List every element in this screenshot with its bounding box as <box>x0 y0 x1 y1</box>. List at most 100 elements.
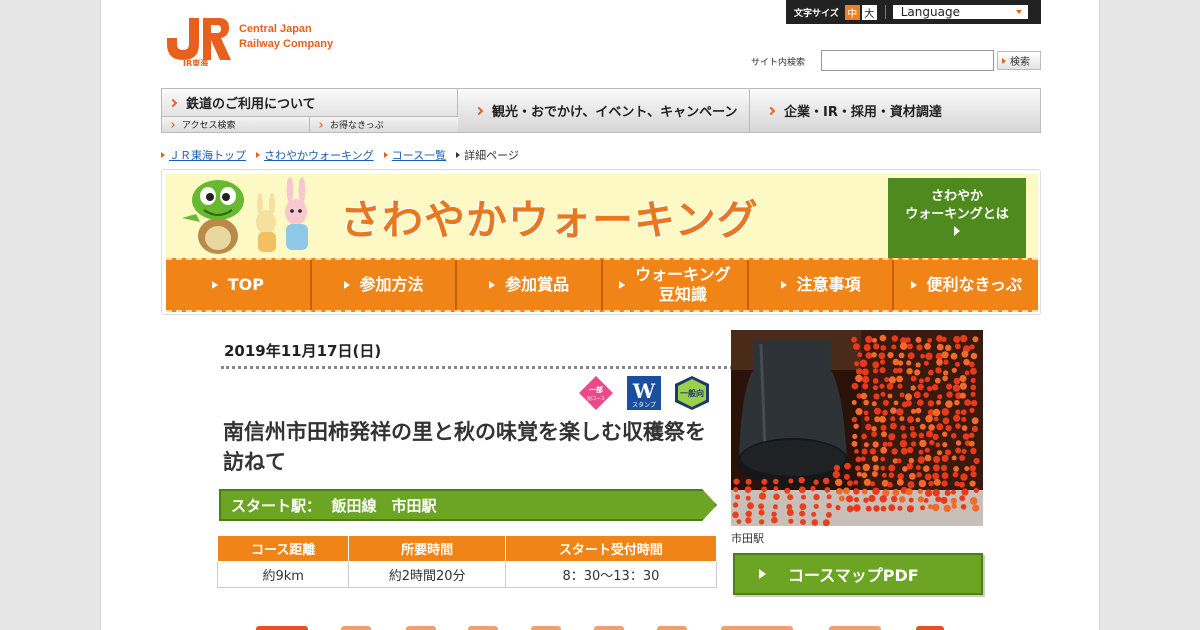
persimmon-decoration <box>923 498 929 503</box>
persimmon-decoration <box>935 496 942 503</box>
persimmon-decoration <box>846 495 854 503</box>
persimmon-decoration <box>955 423 961 429</box>
persimmon-decoration <box>964 399 971 406</box>
persimmon-decoration <box>863 410 869 416</box>
course-map-pdf-button[interactable]: コースマップPDF <box>733 553 983 595</box>
persimmon-decoration <box>788 478 794 484</box>
persimmon-decoration <box>798 486 806 494</box>
persimmon-decoration <box>904 393 913 401</box>
event-date: 2019年11月17日(日) <box>224 342 382 360</box>
breadcrumb-jr-top[interactable]: ＪＲ東海トップ <box>169 147 246 163</box>
persimmon-decoration <box>927 338 932 343</box>
nav-discount-tickets[interactable]: お得なきっぷ <box>310 116 458 132</box>
persimmon-decoration <box>926 430 933 438</box>
persimmon-decoration <box>936 423 944 431</box>
font-size-large-button[interactable]: 大 <box>861 4 877 20</box>
persimmon-decoration <box>943 504 951 512</box>
persimmon-decoration <box>915 407 922 414</box>
about-walking-button[interactable]: さわやか ウォーキングとは <box>888 178 1026 258</box>
persimmon-decoration <box>950 497 958 505</box>
persimmon-decoration <box>901 433 908 439</box>
arrow-right-icon <box>343 281 350 289</box>
persimmon-decoration <box>861 368 869 376</box>
persimmon-decoration <box>881 431 887 438</box>
persimmon-decoration <box>942 417 950 425</box>
persimmon-decoration <box>890 422 897 430</box>
header-duration: 所要時間 <box>348 535 506 562</box>
persimmon-decoration <box>944 449 952 456</box>
persimmon-decoration <box>745 478 752 485</box>
persimmon-decoration <box>851 440 858 447</box>
persimmon-decoration <box>856 471 862 477</box>
persimmon-decoration <box>853 423 859 429</box>
about-line1: さわやか <box>930 189 983 204</box>
menu-precautions-label: 注意事項 <box>796 275 861 294</box>
menu-walking-tips[interactable]: ウォーキング 豆知識 <box>603 260 749 310</box>
language-select[interactable]: Language <box>892 5 1028 19</box>
cut-off-element <box>341 626 371 630</box>
persimmon-decoration <box>833 464 841 472</box>
persimmon-decoration <box>952 384 961 392</box>
banner-header: さわやかウォーキング さわやか ウォーキングとは <box>166 174 1038 258</box>
nav-railway[interactable]: 鉄道のご利用について <box>162 89 458 116</box>
persimmon-decoration <box>933 416 939 422</box>
persimmon-decoration <box>968 361 975 368</box>
persimmon-decoration <box>954 399 960 406</box>
persimmon-decoration <box>897 473 904 480</box>
persimmon-decoration <box>917 399 924 406</box>
font-size-medium-button[interactable]: 中 <box>844 4 860 20</box>
persimmon-decoration <box>941 351 949 359</box>
persimmon-decoration <box>879 415 886 423</box>
persimmon-decoration <box>843 473 850 480</box>
persimmon-decoration <box>744 486 752 493</box>
persimmon-decoration <box>942 375 948 382</box>
persimmon-decoration <box>924 473 932 481</box>
persimmon-decoration <box>872 368 879 374</box>
divider <box>884 5 886 19</box>
menu-precautions[interactable]: 注意事項 <box>749 260 895 310</box>
site-search-input[interactable] <box>821 50 994 71</box>
persimmon-decoration <box>951 455 957 461</box>
value-distance: 約9km <box>216 561 350 588</box>
persimmon-decoration <box>855 456 862 463</box>
persimmon-decoration <box>786 509 794 516</box>
nav-tourism[interactable]: 観光・おでかけ、イベント、キャンペーン <box>458 89 750 132</box>
persimmon-decoration <box>771 511 777 517</box>
persimmon-decoration <box>861 448 868 455</box>
search-button[interactable]: 検索 <box>997 51 1041 70</box>
persimmon-decoration <box>872 385 878 391</box>
menu-prizes[interactable]: 参加賞品 <box>457 260 604 310</box>
persimmon-decoration <box>733 478 740 485</box>
menu-top[interactable]: TOP <box>166 260 312 310</box>
persimmon-decoration <box>907 481 915 489</box>
persimmon-decoration <box>925 414 933 423</box>
menu-how-to-join[interactable]: 参加方法 <box>312 260 458 310</box>
persimmon-decoration <box>862 375 870 384</box>
persimmon-decoration <box>936 343 944 351</box>
persimmon-decoration <box>891 335 898 342</box>
persimmon-decoration <box>935 367 942 374</box>
breadcrumb-walking[interactable]: さわやかウォーキング <box>264 147 374 163</box>
general-level-badge-icon: 一般向 <box>675 376 709 410</box>
persimmon-decoration <box>787 494 794 501</box>
menu-useful-tickets[interactable]: 便利なきっぷ <box>894 260 1038 310</box>
breadcrumb-course-list[interactable]: コース一覧 <box>392 147 446 163</box>
persimmon-decoration <box>758 492 767 500</box>
persimmon-decoration <box>970 377 976 383</box>
nav-access-search[interactable]: アクセス検索 <box>162 116 310 132</box>
persimmon-decoration <box>907 352 915 360</box>
persimmon-decoration <box>905 488 913 496</box>
persimmon-decoration <box>878 352 886 360</box>
persimmon-decoration <box>968 432 975 439</box>
arrow-right-icon <box>211 281 218 289</box>
svg-text:一般向: 一般向 <box>680 388 704 398</box>
nav-corporate[interactable]: 企業・IR・採用・資材調達 <box>750 89 1041 132</box>
persimmon-decoration <box>872 464 880 471</box>
persimmon-decoration <box>899 440 908 448</box>
persimmon-decoration <box>917 383 924 391</box>
persimmon-decoration <box>892 489 900 496</box>
persimmon-decoration <box>773 478 779 485</box>
persimmon-decoration <box>945 425 952 432</box>
persimmon-decoration <box>851 336 857 343</box>
persimmon-decoration <box>899 416 905 422</box>
